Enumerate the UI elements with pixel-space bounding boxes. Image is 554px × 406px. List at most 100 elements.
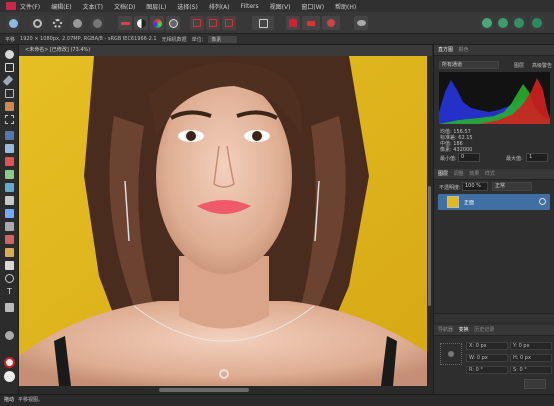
exif-info: 无相机数据: [161, 36, 187, 43]
zoom-tool-icon[interactable]: [5, 303, 14, 312]
tab-navigator[interactable]: 导航器: [438, 327, 453, 333]
auto-colors-icon[interactable]: [150, 16, 164, 30]
background-color-swatch[interactable]: [4, 371, 15, 382]
transform-shear-field[interactable]: S: 0 °: [510, 366, 552, 374]
auto-white-balance-icon[interactable]: [166, 16, 180, 30]
unit-select[interactable]: 像素: [208, 35, 238, 43]
status-tool: 拖动: [4, 397, 15, 403]
assistant-icon[interactable]: [286, 16, 300, 30]
brush-tool-icon[interactable]: [2, 75, 14, 86]
horizontal-scrollbar[interactable]: [19, 386, 432, 394]
tab-color[interactable]: 颜色: [459, 47, 469, 53]
selection-subtract-icon[interactable]: [206, 16, 220, 30]
paint-brush-icon[interactable]: [5, 157, 14, 166]
document-tab[interactable]: <未命名> [已修改] (73.4%): [19, 45, 432, 56]
layers-panel-header: 图层 调整 效果 样式: [434, 169, 554, 180]
document-canvas[interactable]: [19, 56, 432, 386]
menu-view[interactable]: 视图(V): [270, 2, 291, 11]
red-eye-tool-icon[interactable]: [5, 235, 14, 244]
healing-brush-icon[interactable]: [5, 248, 14, 257]
pen-tool-icon[interactable]: [5, 261, 14, 270]
photo-persona-icon[interactable]: [6, 16, 20, 30]
menu-file[interactable]: 文件(F): [20, 2, 40, 11]
blur-tool-icon[interactable]: [5, 209, 14, 218]
menu-arrange[interactable]: 排列(A): [209, 2, 230, 11]
layer-visibility-icon[interactable]: [539, 198, 546, 205]
develop-persona-icon[interactable]: [50, 16, 64, 30]
crop-tool-icon[interactable]: [5, 89, 14, 98]
tone-mapping-persona-icon[interactable]: [70, 16, 84, 30]
auto-contrast-icon[interactable]: [134, 16, 148, 30]
tools-panel: T: [0, 45, 19, 394]
tab-adjustments[interactable]: 调整: [454, 171, 464, 177]
anchor-selector-icon[interactable]: [440, 343, 462, 365]
app-logo-icon: [6, 2, 16, 10]
color-replace-icon[interactable]: [5, 170, 14, 179]
status-bar: 拖动 平移视图。: [0, 394, 554, 406]
transform-x-field[interactable]: X: 0 px: [466, 342, 508, 350]
selection-brush-icon[interactable]: [5, 144, 14, 153]
menu-window[interactable]: 窗口(W): [301, 2, 324, 11]
tab-effects[interactable]: 效果: [469, 171, 479, 177]
tool-name: 平移: [5, 36, 16, 43]
warnings-checkbox-label[interactable]: 高级警告: [532, 62, 552, 69]
clone-tool-icon[interactable]: [5, 102, 14, 111]
tab-transform[interactable]: 变换: [459, 327, 469, 333]
foreground-color-swatch[interactable]: [4, 357, 15, 368]
transform-rotation-field[interactable]: R: 0 °: [466, 366, 508, 374]
status-hint: 平移视图。: [18, 397, 44, 403]
marquee-tool-icon[interactable]: [5, 115, 14, 124]
opacity-label: 不透明度:: [439, 185, 461, 191]
transform-y-field[interactable]: Y: 0 px: [510, 342, 552, 350]
tab-history[interactable]: 历史记录: [474, 327, 494, 333]
transform-options-icon[interactable]: [524, 379, 546, 389]
tab-histogram[interactable]: 直方图: [438, 47, 453, 53]
studio-link-2-icon[interactable]: [496, 16, 510, 30]
min-label: 最小值:: [440, 156, 457, 162]
color-picker-icon[interactable]: [5, 331, 14, 340]
dodge-tool-icon[interactable]: [5, 196, 14, 205]
hand-tool-icon[interactable]: [5, 50, 14, 59]
tab-layers[interactable]: 图层: [438, 171, 448, 177]
snapping-icon[interactable]: [302, 16, 320, 30]
shape-tool-icon[interactable]: [5, 274, 14, 283]
menu-text[interactable]: 文本(T): [83, 2, 103, 11]
histogram-graph: [439, 72, 550, 124]
text-tool-icon[interactable]: T: [5, 287, 14, 296]
view-mode-icon[interactable]: [354, 16, 368, 30]
menu-help[interactable]: 帮助(H): [335, 2, 356, 11]
export-persona-icon[interactable]: [90, 16, 104, 30]
layer-row[interactable]: 正面: [438, 194, 550, 210]
max-label: 最大值:: [506, 156, 523, 162]
menu-edit[interactable]: 编辑(E): [51, 2, 71, 11]
selection-add-icon[interactable]: [190, 16, 204, 30]
move-tool-icon[interactable]: [5, 63, 14, 72]
flood-select-icon[interactable]: [5, 131, 14, 140]
layer-checkbox-label[interactable]: 图层: [514, 62, 524, 69]
menu-document[interactable]: 文档(D): [114, 2, 135, 11]
smudge-tool-icon[interactable]: [5, 222, 14, 231]
min-value-field[interactable]: 0: [458, 153, 480, 162]
auto-levels-icon[interactable]: [118, 16, 132, 30]
menu-filters[interactable]: Filters: [241, 3, 259, 10]
menu-select[interactable]: 选择(S): [177, 2, 198, 11]
menu-bar: 文件(F) 编辑(E) 文本(T) 文档(D) 图层(L) 选择(S) 排列(A…: [0, 0, 554, 12]
vertical-scrollbar[interactable]: [427, 56, 432, 386]
max-value-field[interactable]: 1: [526, 153, 548, 162]
tab-styles[interactable]: 样式: [485, 171, 495, 177]
studio-link-3-icon[interactable]: [512, 16, 526, 30]
liquify-persona-icon[interactable]: [30, 16, 44, 30]
menu-layer[interactable]: 图层(L): [146, 2, 166, 11]
blend-mode-select[interactable]: 正常: [492, 182, 532, 191]
channel-select[interactable]: 所有通道: [439, 61, 499, 69]
transform-h-field[interactable]: H: 0 px: [510, 354, 552, 362]
quick-mask-icon[interactable]: [252, 16, 274, 30]
opacity-field[interactable]: 100 %: [462, 182, 488, 191]
selection-intersect-icon[interactable]: [222, 16, 236, 30]
transform-w-field[interactable]: W: 0 px: [466, 354, 508, 362]
toolbar: [0, 12, 554, 34]
studio-link-icon[interactable]: [480, 16, 494, 30]
studio-link-4-icon[interactable]: [530, 16, 544, 30]
mirror-icon[interactable]: [322, 16, 340, 30]
erase-brush-icon[interactable]: [5, 183, 14, 192]
